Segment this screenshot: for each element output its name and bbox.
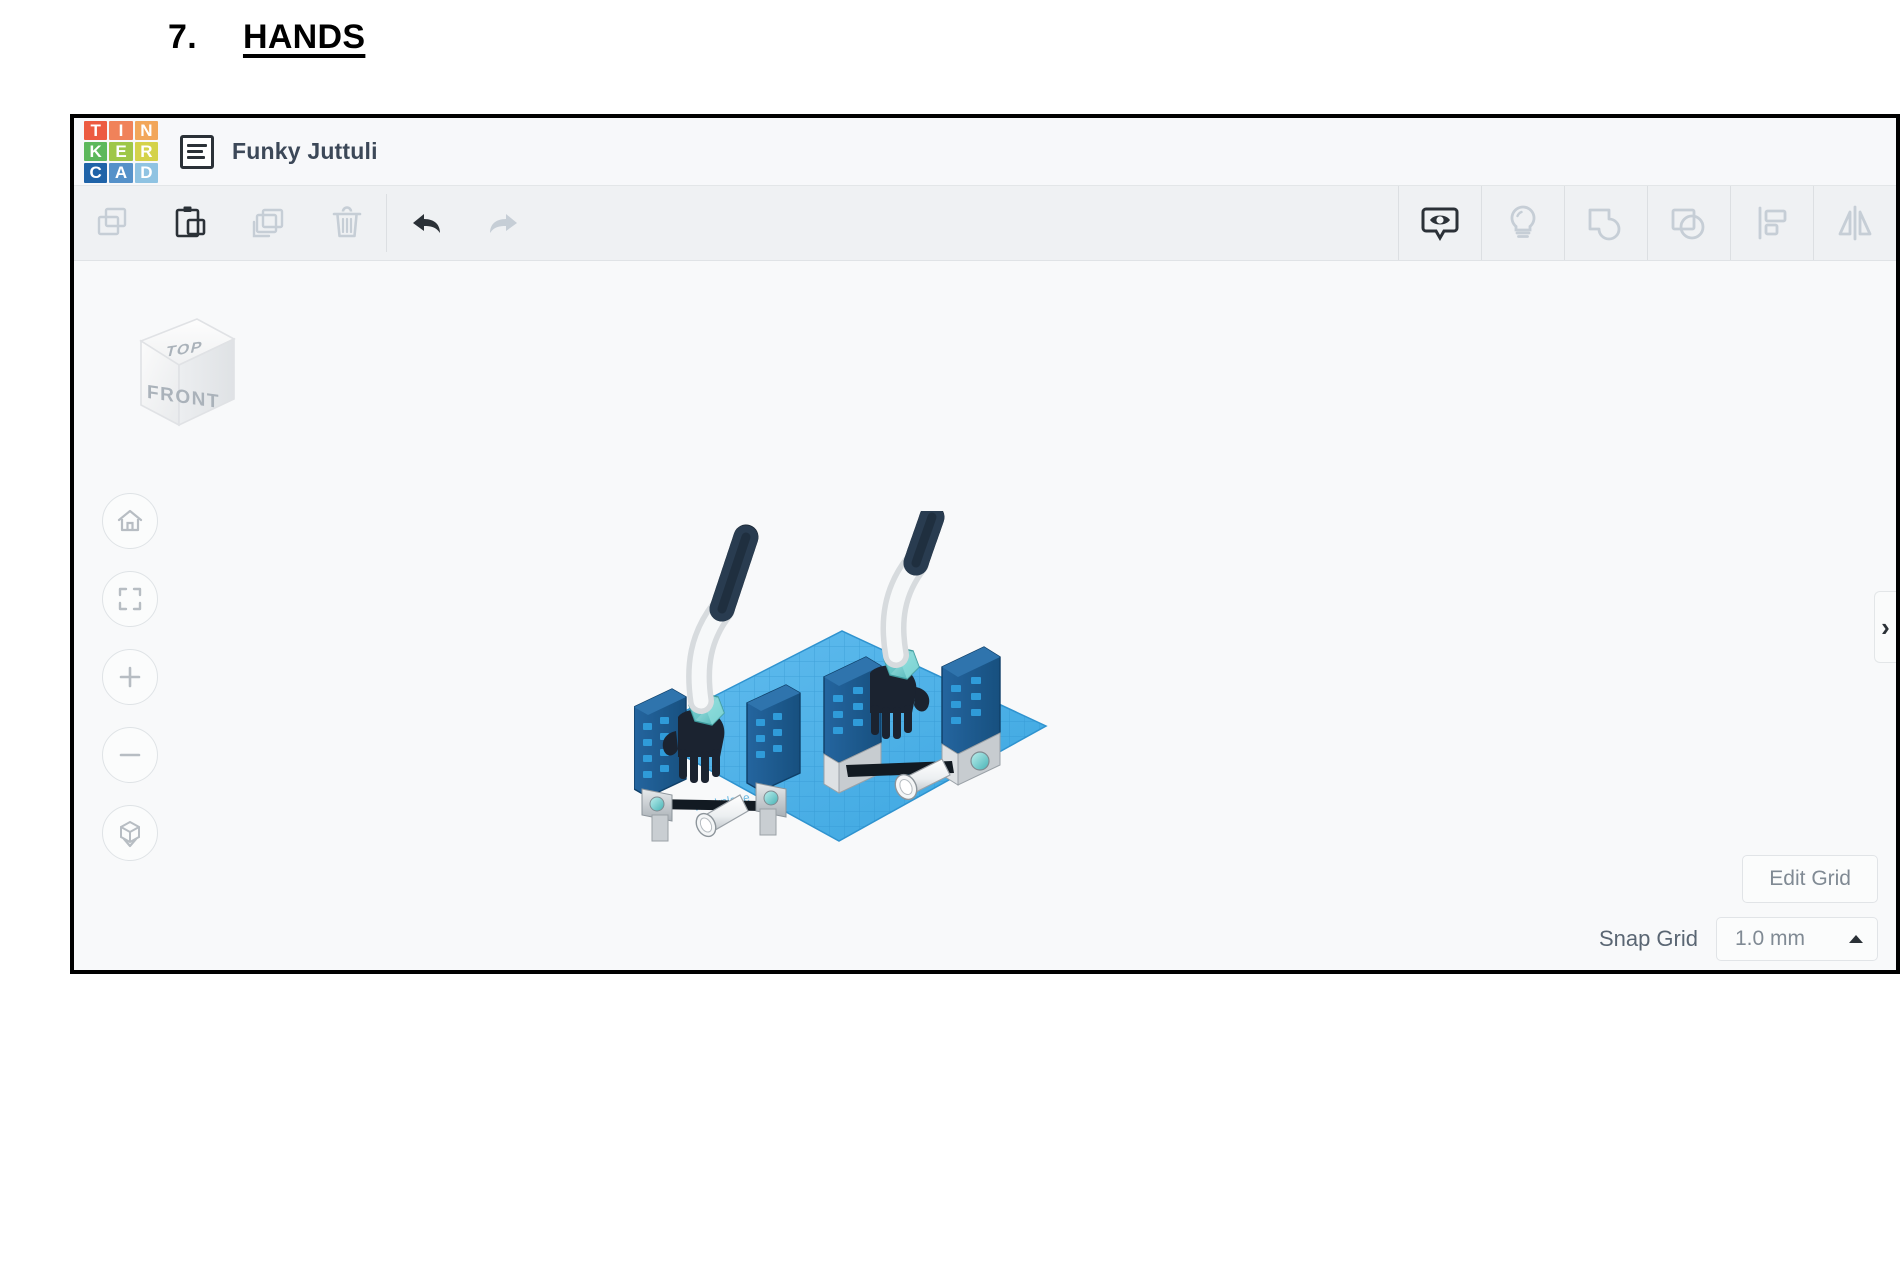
tinkercad-logo[interactable]: TIN KER CAD xyxy=(84,120,158,183)
app-header: TIN KER CAD Funky Juttuli xyxy=(74,118,1896,186)
redo-button[interactable] xyxy=(465,186,543,260)
logo-tile-e: E xyxy=(109,141,133,162)
logo-tile-i: I xyxy=(109,120,133,140)
caret-up-icon xyxy=(1849,935,1863,943)
group-button[interactable] xyxy=(1564,186,1647,260)
snap-grid-select[interactable]: 1.0 mm xyxy=(1716,917,1878,961)
object-tool-group xyxy=(1398,186,1896,260)
view-cube[interactable]: TOP FRONT xyxy=(129,313,244,438)
snap-grid-label: Snap Grid xyxy=(1598,926,1698,951)
design-name[interactable]: Funky Juttuli xyxy=(232,138,378,165)
mirror-button[interactable] xyxy=(1813,186,1896,260)
edit-tool-group xyxy=(74,186,386,260)
logo-tile-n: N xyxy=(134,120,158,140)
copy-button[interactable] xyxy=(74,186,152,260)
tinkercad-window: TIN KER CAD Funky Juttuli TOP FRONT › Edit… xyxy=(70,114,1900,974)
home-view-button[interactable] xyxy=(102,493,158,549)
view-nav-buttons xyxy=(102,493,158,861)
page-title: 7. HANDS xyxy=(168,18,365,57)
app-toolbar xyxy=(74,186,1896,261)
section-title: HANDS xyxy=(242,18,366,56)
undo-button[interactable] xyxy=(387,186,465,260)
logo-tile-r: R xyxy=(134,141,158,162)
delete-button[interactable] xyxy=(308,186,386,260)
ungroup-button[interactable] xyxy=(1647,186,1730,260)
toolbar-spacer xyxy=(543,186,1398,260)
align-button[interactable] xyxy=(1730,186,1813,260)
3d-viewport[interactable]: TOP FRONT › Edit Grid Snap Grid 1.0 mm xyxy=(74,261,1896,970)
lightbulb-button[interactable] xyxy=(1481,186,1564,260)
logo-tile-c: C xyxy=(84,163,108,183)
fit-to-view-button[interactable] xyxy=(102,571,158,627)
history-tool-group xyxy=(387,186,543,260)
panel-flyout-handle[interactable]: › xyxy=(1874,591,1896,663)
duplicate-button[interactable] xyxy=(230,186,308,260)
section-number: 7. xyxy=(168,18,197,56)
grid-controls: Edit Grid Snap Grid 1.0 mm xyxy=(1599,855,1878,961)
logo-tile-k: K xyxy=(84,141,108,162)
3d-model-hands[interactable]: Workplane xyxy=(634,511,1054,891)
ortho-perspective-button[interactable] xyxy=(102,805,158,861)
zoom-out-button[interactable] xyxy=(102,727,158,783)
logo-tile-d: D xyxy=(134,163,158,183)
edit-grid-button[interactable]: Edit Grid xyxy=(1742,855,1878,903)
snap-grid-value: 1.0 mm xyxy=(1735,927,1806,950)
show-hide-button[interactable] xyxy=(1398,186,1481,260)
paste-button[interactable] xyxy=(152,186,230,260)
snap-grid-row: Snap Grid 1.0 mm xyxy=(1599,917,1878,961)
document-list-icon[interactable] xyxy=(180,134,214,169)
logo-tile-t: T xyxy=(84,120,108,140)
logo-tile-a: A xyxy=(109,163,133,183)
zoom-in-button[interactable] xyxy=(102,649,158,705)
